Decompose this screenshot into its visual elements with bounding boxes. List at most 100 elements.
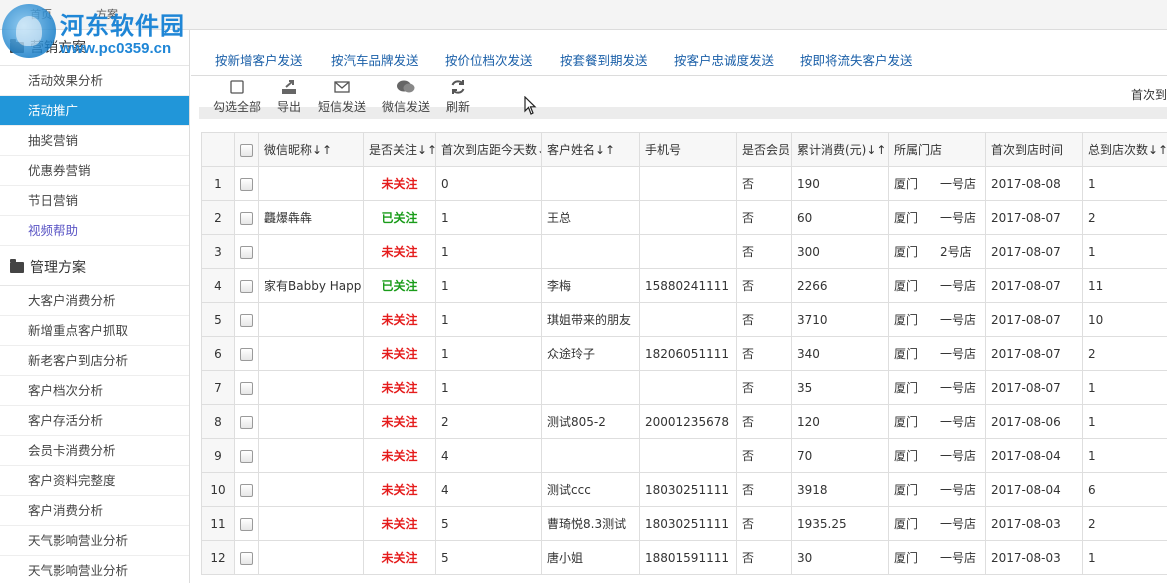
checkbox[interactable] [240,381,253,395]
cell-total: 70 [791,438,889,473]
checkbox[interactable] [240,313,253,327]
row-checkbox[interactable] [234,370,259,405]
sidebar-item[interactable]: 客户档次分析 [0,376,189,406]
row-index: 9 [201,438,235,473]
sidebar-item[interactable]: 优惠券营销 [0,156,189,186]
table-row[interactable]: 8 未关注 2 测试805-2 20001235678 否 120 厦门 一号店 2017-08-… [201,404,1167,439]
row-checkbox[interactable] [234,302,259,337]
tab-churn[interactable]: 按即将流失客户发送 [786,44,927,78]
cell-name [541,166,640,201]
row-checkbox[interactable] [234,166,259,201]
sidebar-item[interactable]: 抽奖营销 [0,126,189,156]
checkbox[interactable] [240,415,253,429]
row-checkbox[interactable] [234,234,259,269]
sidebar-item[interactable]: 视频帮助 [0,216,189,246]
cell-first-date: 2017-08-07 [985,370,1083,405]
sidebar-item[interactable]: 大客户消费分析 [0,286,189,316]
sidebar-item[interactable]: 新老客户到店分析 [0,346,189,376]
tab-car-brand[interactable]: 按汽车品牌发送 [317,44,433,78]
sidebar-item[interactable]: 会员卡消费分析 [0,436,189,466]
row-checkbox[interactable] [234,404,259,439]
cell-followed: 已关注 [363,268,436,303]
checkbox[interactable] [240,449,253,463]
header-checkbox[interactable] [234,132,259,167]
row-checkbox[interactable] [234,268,259,303]
refresh-button[interactable]: 刷新 [446,78,470,115]
table-row[interactable]: 2 龘爆犇犇 已关注 1 王总否 60 厦门 一号店 2017-08-07 2 [201,200,1167,235]
sidebar-section-management[interactable]: 管理方案 [0,250,189,286]
checkbox[interactable] [240,177,253,191]
table-row[interactable]: 9 未关注 4 否 70 厦门 一号店 2017-08-04 1 [201,438,1167,473]
row-checkbox[interactable] [234,200,259,235]
row-checkbox[interactable] [234,438,259,473]
table-row[interactable]: 5 未关注 1 琪姐带来的朋友 否 3710 厦门 一号店 2017-08-07 10 [201,302,1167,337]
checkbox[interactable] [240,211,253,225]
checkbox[interactable] [240,143,253,157]
checkbox[interactable] [240,551,253,565]
checkbox[interactable] [240,245,253,259]
cell-nickname [258,438,364,473]
table-row[interactable]: 4 家有Babby Happ 已关注 1 李梅 15880241111 否 2266 厦门 一号店… [201,268,1167,303]
cell-followed: 未关注 [363,540,436,575]
sidebar-item[interactable]: 活动推广 [0,96,189,126]
header-name[interactable]: 客户姓名↓↑ [541,132,640,167]
watermark: 河东软件园 www.pc0359.cn [0,0,200,64]
checkbox[interactable] [240,517,253,531]
sidebar-item[interactable]: 客户存活分析 [0,406,189,436]
table-row[interactable]: 10 未关注 4 测试ccc 18030251111 否 3918 厦门 一号店 2017-08-… [201,472,1167,507]
row-checkbox[interactable] [234,506,259,541]
cell-visits: 6 [1082,472,1167,507]
table-row[interactable]: 3 未关注 1 否 300 厦门 2号店 2017-08-07 1 [201,234,1167,269]
cell-member: 否 [736,336,792,371]
store-city: 厦门 [894,245,919,259]
cell-followed: 未关注 [363,166,436,201]
checkbox[interactable] [240,279,253,293]
table-row[interactable]: 11 未关注 5 曹琦悦8.3测试 18030251111 否 1935.25 厦门 一号店 20… [201,506,1167,541]
cell-days: 0 [435,166,542,201]
refresh-label: 刷新 [446,100,471,114]
cell-followed: 未关注 [363,404,436,439]
tab-new-customers[interactable]: 按新增客户发送 [201,44,317,78]
header-visits[interactable]: 总到店次数↓↑ [1082,132,1167,167]
wechat-send-label: 微信发送 [382,100,431,114]
tab-package-expiry[interactable]: 按套餐到期发送 [546,44,662,78]
cell-phone: 18030251111 [639,472,737,507]
checkbox[interactable] [240,483,253,497]
table-row[interactable]: 7 未关注 1 否 35 厦门 一号店 2017-08-07 1 [201,370,1167,405]
cell-store: 厦门 一号店 [888,540,986,575]
store-name: 一号店 [940,483,977,497]
header-member: 是否会员 [736,132,792,167]
wechat-send-button[interactable]: 微信发送 [382,78,430,115]
checkbox[interactable] [240,347,253,361]
sidebar-item[interactable]: 客户资料完整度 [0,466,189,496]
header-days[interactable]: 首次到店距今天数↓↑ [435,132,542,167]
export-button[interactable]: 导出 [277,78,301,115]
row-checkbox[interactable] [234,336,259,371]
table-row[interactable]: 1 未关注 0 否 190 厦门 一号店 2017-08-08 1 [201,166,1167,201]
cell-name: 琪姐带来的朋友 [541,302,640,337]
cell-first-date: 2017-08-03 [985,540,1083,575]
row-checkbox[interactable] [234,472,259,507]
cell-member: 否 [736,404,792,439]
table-row[interactable]: 6 未关注 1 众途玲子 18206051111 否 340 厦门 一号店 2017-08-07 2 [201,336,1167,371]
sms-send-button[interactable]: 短信发送 [318,78,366,115]
row-checkbox[interactable] [234,540,259,575]
tab-bar: 按新增客户发送 按汽车品牌发送 按价位档次发送 按套餐到期发送 按客户忠诚度发送… [191,36,1167,76]
cell-total: 3710 [791,302,889,337]
sidebar-item[interactable]: 天气影响营业分析 [0,526,189,556]
select-all-button[interactable]: 勾选全部 [213,78,261,115]
cell-store: 厦门 一号店 [888,506,986,541]
sidebar-item[interactable]: 天气影响营业分析 [0,556,189,583]
header-total[interactable]: 累计消费(元)↓↑ [791,132,889,167]
header-nickname[interactable]: 微信昵称↓↑ [258,132,364,167]
sidebar-item[interactable]: 新增重点客户抓取 [0,316,189,346]
sidebar-item[interactable]: 节日营销 [0,186,189,216]
sidebar-item[interactable]: 客户消费分析 [0,496,189,526]
header-followed[interactable]: 是否关注↓↑ [363,132,436,167]
store-name: 一号店 [940,381,977,395]
tab-loyalty[interactable]: 按客户忠诚度发送 [660,44,788,78]
sidebar-item[interactable]: 活动效果分析 [0,66,189,96]
table-row[interactable]: 12 未关注 5 唐小姐 18801591111 否 30 厦门 一号店 2017-08-03 1 [201,540,1167,575]
store-city: 厦门 [894,449,919,463]
tab-price-level[interactable]: 按价位档次发送 [431,44,547,78]
